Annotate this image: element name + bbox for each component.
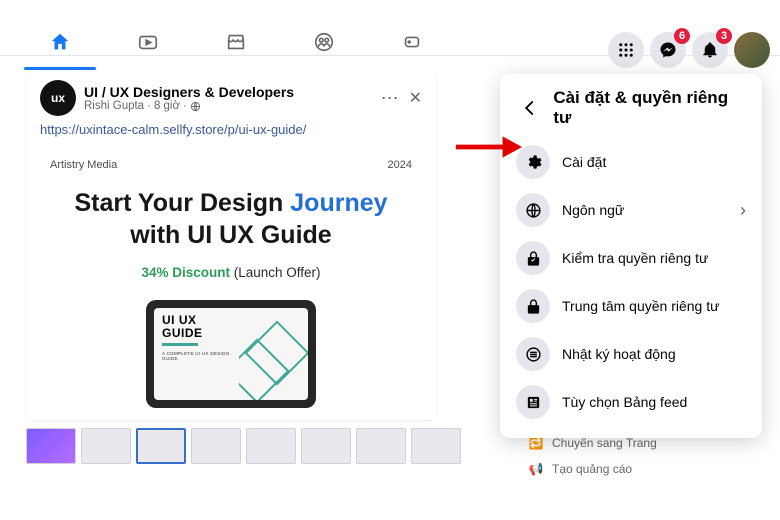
thumbnail[interactable] bbox=[81, 428, 131, 464]
popover-header: Cài đặt & quyền riêng tư bbox=[508, 84, 754, 138]
thumbnail[interactable] bbox=[136, 428, 186, 464]
megaphone-icon: 📢 bbox=[528, 461, 544, 477]
globe-icon bbox=[525, 202, 542, 219]
menu-label: Nhật ký hoạt động bbox=[562, 346, 676, 362]
back-button[interactable] bbox=[516, 94, 543, 122]
feed-icon bbox=[525, 394, 542, 411]
globe-icon bbox=[190, 101, 201, 112]
menu-label: Cài đặt bbox=[562, 154, 606, 170]
tablet-screen: UI UX GUIDE A COMPLETE UI UX DESIGN GUID… bbox=[154, 308, 308, 400]
post-subline: Rishi Gupta · 8 giờ · bbox=[84, 100, 373, 112]
red-arrow-icon bbox=[454, 132, 522, 162]
chevron-right-icon: › bbox=[740, 200, 746, 221]
menu-item-privacy-check[interactable]: Kiểm tra quyền riêng tư bbox=[508, 234, 754, 282]
bg-ads-row[interactable]: 📢Tạo quảng cáo bbox=[528, 461, 723, 477]
post-year: 2024 bbox=[388, 159, 412, 171]
groups-icon bbox=[313, 31, 335, 53]
home-icon bbox=[49, 31, 71, 53]
thumbnail[interactable] bbox=[26, 428, 76, 464]
post-body[interactable]: Artistry Media 2024 Start Your Design Jo… bbox=[26, 145, 436, 420]
post-page-name[interactable]: UI / UX Designers & Developers bbox=[84, 84, 373, 100]
feed-post: ux UI / UX Designers & Developers Rishi … bbox=[26, 70, 436, 420]
post-meta: UI / UX Designers & Developers Rishi Gup… bbox=[84, 84, 373, 112]
thumbnail[interactable] bbox=[356, 428, 406, 464]
post-top-actions: ⋯ ✕ bbox=[381, 88, 422, 109]
menu-label: Tùy chọn Bảng feed bbox=[562, 394, 687, 410]
list-icon bbox=[525, 346, 542, 363]
thumbnail[interactable] bbox=[301, 428, 351, 464]
lock-check-icon bbox=[525, 250, 542, 267]
tablet-sub: A COMPLETE UI UX DESIGN GUIDE. bbox=[162, 351, 235, 361]
post-link[interactable]: https://uxintace-calm.sellfy.store/p/ui-… bbox=[26, 122, 436, 145]
menu-item-feed-prefs[interactable]: Tùy chọn Bảng feed bbox=[508, 378, 754, 426]
store-icon bbox=[225, 31, 247, 53]
messenger-badge: 6 bbox=[674, 28, 690, 44]
arrow-left-icon bbox=[521, 99, 539, 117]
notifications-badge: 3 bbox=[716, 28, 732, 44]
settings-popover: Cài đặt & quyền riêng tư Cài đặt Ngôn ng… bbox=[500, 74, 762, 438]
post-title-highlight: Journey bbox=[290, 189, 387, 217]
post-subtitle: 34% Discount (Launch Offer) bbox=[50, 265, 412, 280]
post-more-button[interactable]: ⋯ bbox=[381, 88, 399, 109]
post-brand: Artistry Media bbox=[50, 159, 117, 171]
gaming-icon bbox=[401, 31, 423, 53]
watch-icon bbox=[137, 31, 159, 53]
menu-item-privacy-center[interactable]: Trung tâm quyền riêng tư bbox=[508, 282, 754, 330]
thumbnail[interactable] bbox=[411, 428, 461, 464]
menu-label: Ngôn ngữ bbox=[562, 202, 624, 218]
post-body-topline: Artistry Media 2024 bbox=[50, 159, 412, 171]
top-nav: 6 3 bbox=[0, 0, 780, 56]
tablet-mockup: UI UX GUIDE A COMPLETE UI UX DESIGN GUID… bbox=[146, 300, 316, 408]
annotation-arrow bbox=[454, 132, 522, 167]
post-avatar[interactable]: ux bbox=[40, 80, 76, 116]
thumbnail[interactable] bbox=[191, 428, 241, 464]
post-title: Start Your Design Journey with UI UX Gui… bbox=[50, 187, 412, 251]
settings-menu-list: Cài đặt Ngôn ngữ › Kiểm tra quyền riêng … bbox=[508, 138, 754, 426]
lock-icon bbox=[525, 298, 542, 315]
post-header: ux UI / UX Designers & Developers Rishi … bbox=[26, 70, 436, 122]
menu-item-activity-log[interactable]: Nhật ký hoạt động bbox=[508, 330, 754, 378]
menu-item-settings[interactable]: Cài đặt bbox=[508, 138, 754, 186]
gear-icon bbox=[525, 154, 542, 171]
tablet-underline bbox=[162, 343, 198, 346]
post-time: 8 giờ bbox=[154, 100, 180, 112]
menu-item-language[interactable]: Ngôn ngữ › bbox=[508, 186, 754, 234]
post-close-button[interactable]: ✕ bbox=[409, 88, 422, 109]
post-author[interactable]: Rishi Gupta bbox=[84, 100, 144, 112]
post-discount: 34% Discount bbox=[141, 265, 230, 280]
thumbnail[interactable] bbox=[246, 428, 296, 464]
tablet-title-line1: UI UX bbox=[162, 314, 235, 327]
tablet-title-line2: GUIDE bbox=[162, 327, 235, 340]
menu-label: Trung tâm quyền riêng tư bbox=[562, 298, 720, 314]
menu-label: Kiểm tra quyền riêng tư bbox=[562, 250, 708, 266]
popover-title: Cài đặt & quyền riêng tư bbox=[553, 88, 746, 128]
